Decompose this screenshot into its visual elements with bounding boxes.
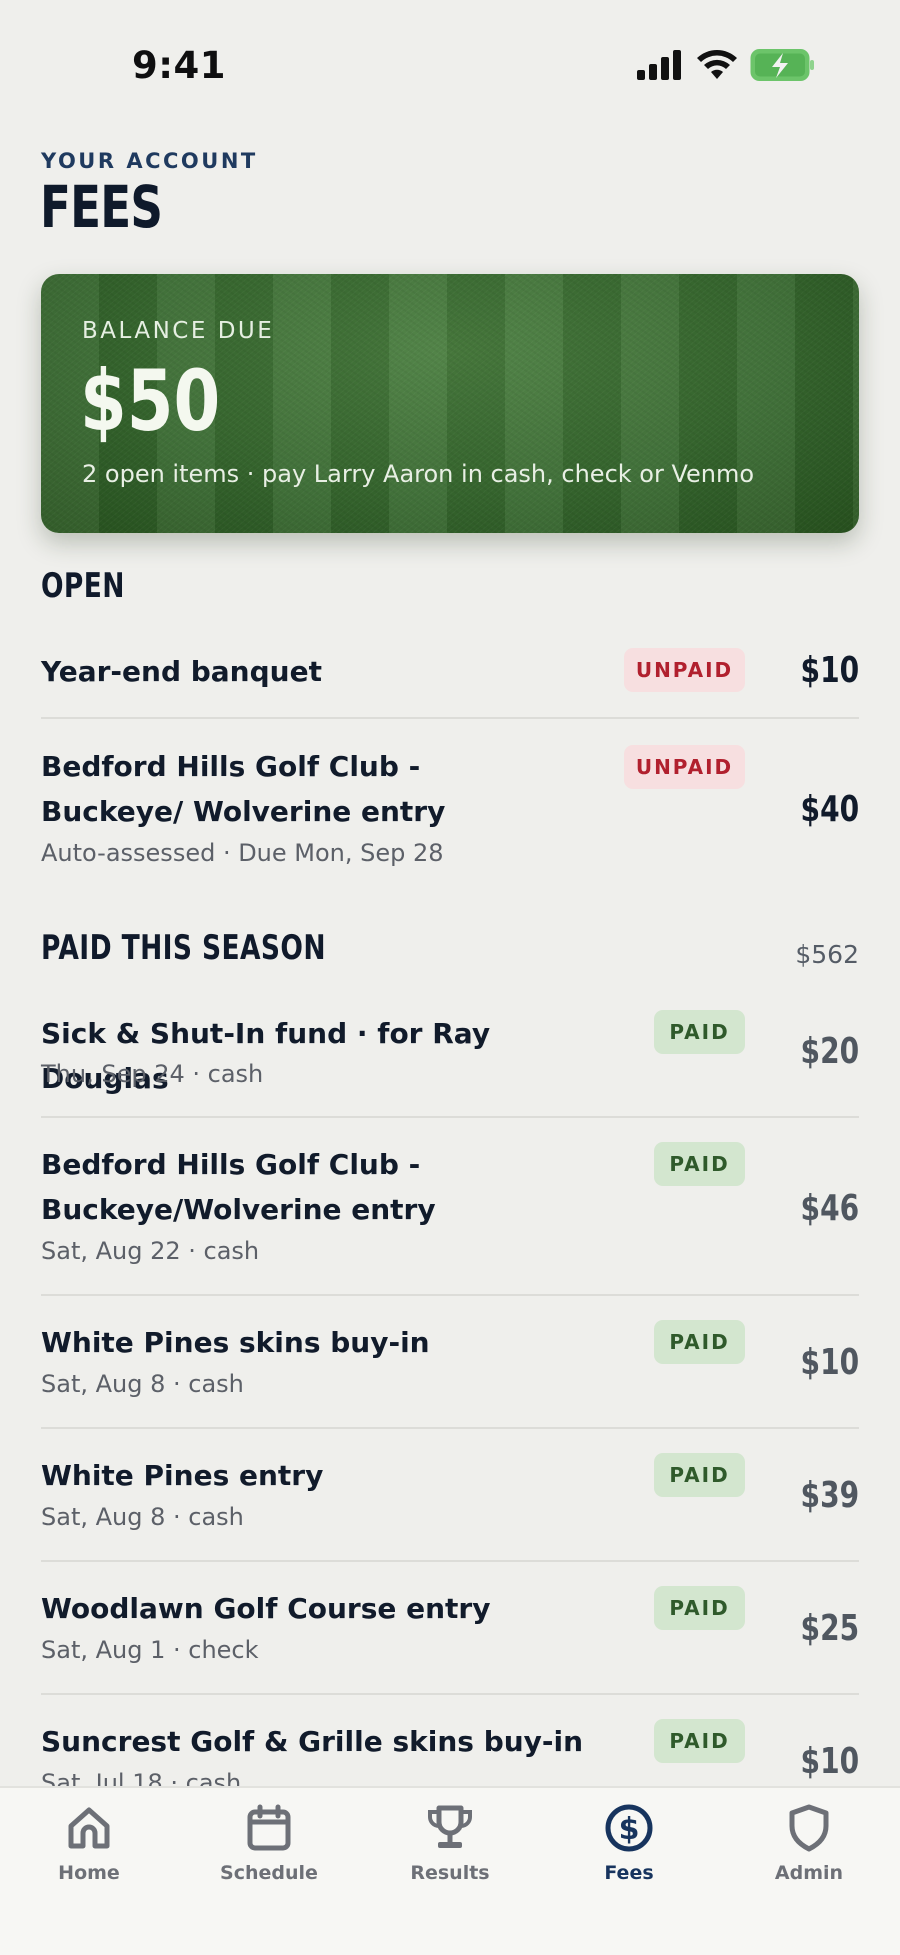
fee-amount: $46 [800,1188,859,1229]
status-bar: 9:41 [0,0,900,130]
paid-section-title: PAID THIS SEASON [41,928,326,968]
battery-charging-icon [750,49,814,81]
fee-row-paid-3[interactable]: White Pines skins buy-in Sat, Aug 8 · ca… [41,1296,859,1429]
paid-section-total: $562 [795,940,859,969]
status-badge: PAID [654,1142,745,1186]
fee-amount: $10 [800,1342,859,1383]
nav-item-fees[interactable]: $ Fees [564,1802,694,1884]
page-title: FEES [40,173,163,241]
fee-amount: $20 [800,1031,859,1072]
status-badge: UNPAID [624,745,745,789]
fee-amount: $25 [800,1608,859,1649]
fee-subtitle: Thu, Sep 24 · cash [41,1060,264,1088]
calendar-icon [247,1804,291,1851]
page-eyebrow: YOUR ACCOUNT [41,149,258,173]
fees-screen: 9:41 YOUR ACCOUNT FEES BALANCE DUE $50 2… [0,0,900,1955]
nav-item-schedule[interactable]: Schedule [204,1802,334,1884]
open-section-title: OPEN [41,566,125,606]
fee-amount: $39 [800,1475,859,1516]
fee-row-paid-1[interactable]: Sick & Shut-In fund · for Ray Douglas Th… [41,993,859,1118]
balance-amount: $50 [80,352,221,450]
fee-amount: $10 [800,1741,859,1782]
nav-label: Schedule [220,1862,318,1884]
status-badge: PAID [654,1320,745,1364]
status-time: 9:41 [132,44,227,87]
fee-subtitle: Sat, Aug 8 · cash [41,1503,244,1531]
trophy-icon [428,1805,472,1848]
shield-icon [789,1804,829,1852]
fee-row-open-2[interactable]: Bedford Hills Golf Club - Buckeye/ Wolve… [41,719,859,879]
nav-item-home[interactable]: Home [24,1802,154,1884]
nav-item-results[interactable]: Results [385,1802,515,1884]
nav-label: Fees [604,1862,654,1884]
fee-title: Bedford Hills Golf Club - Buckeye/Wolver… [41,1148,436,1226]
svg-text:$: $ [619,1812,640,1847]
status-badge: UNPAID [624,648,745,692]
balance-card: BALANCE DUE $50 2 open items · pay Larry… [41,274,859,533]
balance-note: 2 open items · pay Larry Aaron in cash, … [82,460,755,488]
fee-row-paid-2[interactable]: Bedford Hills Golf Club - Buckeye/Wolver… [41,1118,859,1296]
fee-row-paid-4[interactable]: White Pines entry Sat, Aug 8 · cash PAID… [41,1429,859,1562]
fee-subtitle: Auto-assessed · Due Mon, Sep 28 [41,839,444,867]
nav-label: Home [58,1862,120,1884]
fee-row-paid-5[interactable]: Woodlawn Golf Course entry Sat, Aug 1 · … [41,1562,859,1695]
fee-amount: $10 [800,650,859,691]
signal-icon [637,50,681,80]
fee-title: Suncrest Golf & Grille skins buy-in [41,1725,584,1758]
status-icons [636,48,816,82]
fee-title: White Pines entry [41,1459,324,1492]
nav-label: Admin [774,1862,844,1884]
fee-amount: $40 [800,789,859,830]
fee-title: Year-end banquet [41,655,322,688]
status-badge: PAID [654,1719,745,1763]
fee-title: Bedford Hills Golf Club - Buckeye/ Wolve… [41,750,446,828]
wifi-icon [697,50,737,79]
fee-title: Woodlawn Golf Course entry [41,1592,491,1625]
status-badge: PAID [654,1586,745,1630]
status-badge: PAID [654,1453,745,1497]
home-icon [68,1807,110,1849]
balance-label: BALANCE DUE [82,318,275,344]
dollar-circle-icon: $ [605,1804,653,1852]
fee-title: White Pines skins buy-in [41,1326,430,1359]
bottom-nav: Home Schedule Results $ Fees Admin [0,1786,900,1955]
fee-subtitle: Sat, Aug 1 · check [41,1636,259,1664]
fee-row-open-1[interactable]: Year-end banquet UNPAID $10 [41,636,859,719]
nav-item-admin[interactable]: Admin [744,1802,874,1884]
status-badge: PAID [654,1010,745,1054]
fee-subtitle: Sat, Aug 22 · cash [41,1237,260,1265]
nav-label: Results [410,1862,490,1884]
fee-subtitle: Sat, Aug 8 · cash [41,1370,244,1398]
